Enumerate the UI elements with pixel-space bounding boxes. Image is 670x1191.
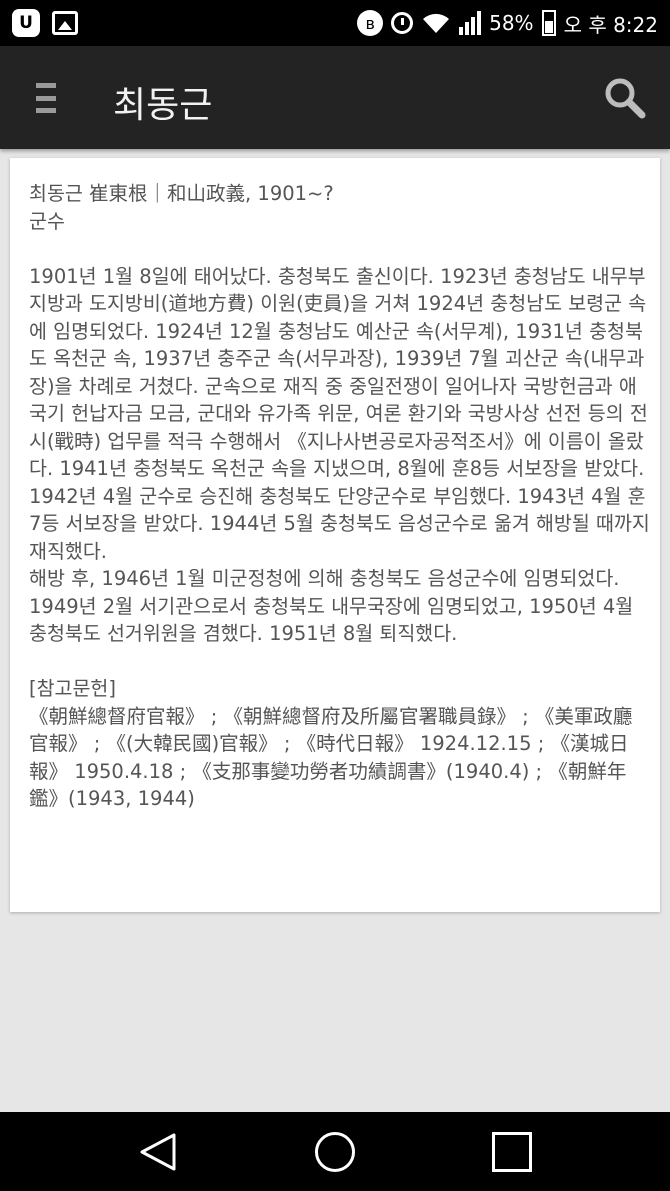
hamburger-menu-icon[interactable] <box>36 83 56 113</box>
battery-icon <box>541 10 556 36</box>
references-list: 《朝鮮總督府官報》 ; 《朝鮮總督府及所屬官署職員錄》 ; 《美軍政廳官報》 ;… <box>29 704 633 811</box>
app-bar: 최동근 <box>0 46 670 149</box>
back-icon[interactable] <box>138 1132 178 1172</box>
app-icon: U <box>12 9 40 37</box>
home-icon[interactable] <box>315 1132 355 1172</box>
article-card: 최동근 崔東根｜和山政義, 1901~? 군수 1901년 1월 8일에 태어났… <box>10 158 660 912</box>
wifi-icon <box>423 13 450 33</box>
page-title: 최동근 <box>113 85 213 126</box>
navigation-bar <box>0 1112 670 1191</box>
article-header: 최동근 崔東根｜和山政義, 1901~? <box>29 182 334 205</box>
gallery-icon <box>52 11 78 35</box>
article-body-paragraph: 1901년 1월 8일에 태어났다. 충청북도 출신이다. 1923년 충청남도… <box>29 264 650 563</box>
article-subtitle: 군수 <box>29 209 65 233</box>
recents-icon[interactable] <box>492 1132 532 1172</box>
references-heading: [참고문헌] <box>29 677 116 700</box>
signal-icon <box>459 11 482 35</box>
battery-percent: 58% <box>489 11 534 35</box>
status-bar: U ʙ 58% 오 후 8:22 <box>0 0 670 46</box>
bluetooth-icon: ʙ <box>357 10 384 36</box>
article-body-paragraph: 해방 후, 1946년 1월 미군정청에 의해 충청북도 음성군수에 임명되었다… <box>29 567 634 645</box>
search-icon[interactable] <box>603 76 647 120</box>
clock: 오 후 8:22 <box>563 12 658 37</box>
article-content: 최동근 崔東根｜和山政義, 1901~? 군수 1901년 1월 8일에 태어났… <box>29 180 651 813</box>
alarm-icon <box>391 12 414 34</box>
